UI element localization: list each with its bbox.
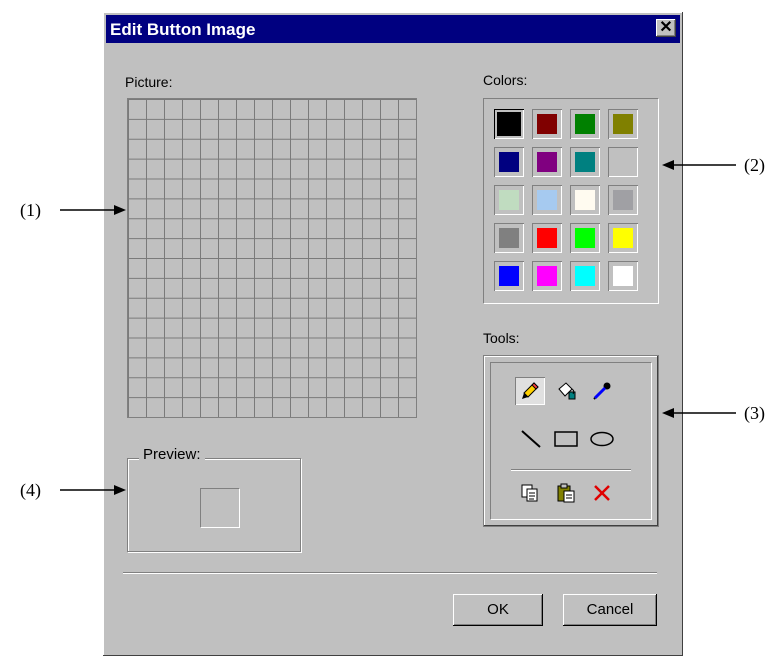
swatch-fill (613, 228, 633, 248)
clear-tool[interactable] (587, 479, 617, 507)
callout-1-label: (1) (20, 200, 41, 220)
swatch-fill (575, 114, 595, 134)
eyedropper-icon (593, 382, 611, 400)
color-swatch-yellow[interactable] (608, 223, 638, 253)
swatch-fill (499, 266, 519, 286)
swatch-fill (537, 152, 557, 172)
tools-inner (490, 362, 652, 520)
paste-tool[interactable] (551, 479, 581, 507)
ellipse-icon (590, 431, 614, 447)
colors-label: Colors: (483, 72, 528, 88)
ok-button[interactable]: OK (453, 594, 543, 626)
callout-1-arrow (60, 205, 126, 215)
line-icon (521, 430, 541, 448)
copy-tool[interactable] (515, 479, 545, 507)
line-tool[interactable] (515, 425, 545, 453)
edit-button-image-dialog: Edit Button Image ✕ Picture: Colors: Too… (103, 12, 683, 656)
swatch-fill (575, 266, 595, 286)
rectangle-icon (554, 431, 578, 447)
swatch-fill (537, 266, 557, 286)
pencil-tool[interactable] (515, 377, 545, 405)
fill-bucket-icon (558, 382, 576, 400)
swatch-fill (613, 152, 633, 172)
swatch-fill (499, 190, 519, 210)
color-swatch-green[interactable] (570, 109, 600, 139)
preview-label: Preview: (139, 446, 205, 463)
color-swatch-silver[interactable] (608, 147, 638, 177)
clear-icon (594, 485, 610, 501)
color-swatch-light-green[interactable] (494, 185, 524, 215)
swatch-fill (613, 190, 633, 210)
swatch-fill (537, 228, 557, 248)
swatch-fill (575, 190, 595, 210)
tools-label: Tools: (483, 330, 520, 346)
swatch-fill (497, 112, 521, 136)
color-swatch-white[interactable] (608, 261, 638, 291)
color-swatch-black[interactable] (494, 109, 524, 139)
color-swatch-purple[interactable] (532, 147, 562, 177)
swatch-fill (537, 114, 557, 134)
swatch-fill (499, 152, 519, 172)
picture-label: Picture: (125, 74, 173, 90)
dialog-title: Edit Button Image (110, 20, 256, 39)
picture-grid[interactable] (127, 98, 417, 418)
color-swatch-dark-red[interactable] (532, 109, 562, 139)
title-bar[interactable]: Edit Button Image ✕ (106, 15, 680, 43)
color-palette (483, 98, 659, 304)
callout-3-arrow (662, 408, 736, 418)
callout-2-arrow (662, 160, 736, 170)
color-swatch-red[interactable] (532, 223, 562, 253)
eyedropper-tool[interactable] (587, 377, 617, 405)
pencil-icon (522, 382, 539, 399)
color-swatch-gray[interactable] (494, 223, 524, 253)
close-icon: ✕ (659, 19, 673, 36)
color-swatch-olive[interactable] (608, 109, 638, 139)
swatch-fill (613, 266, 633, 286)
callout-2-label: (2) (744, 155, 765, 175)
color-swatch-sky-blue[interactable] (532, 185, 562, 215)
swatch-fill (537, 190, 557, 210)
fill-tool[interactable] (551, 377, 581, 405)
color-swatch-blue[interactable] (494, 261, 524, 291)
preview-button-image (200, 488, 240, 528)
color-swatch-navy[interactable] (494, 147, 524, 177)
callout-3-label: (3) (744, 403, 765, 423)
color-swatch-cyan[interactable] (570, 261, 600, 291)
dialog-separator (123, 572, 657, 574)
color-swatch-medium-gray[interactable] (608, 185, 638, 215)
ellipse-tool[interactable] (585, 425, 615, 453)
tools-panel (483, 355, 659, 527)
color-swatch-lime[interactable] (570, 223, 600, 253)
color-swatch-teal[interactable] (570, 147, 600, 177)
paste-icon (557, 483, 575, 503)
swatch-fill (575, 228, 595, 248)
swatch-fill (575, 152, 595, 172)
callout-4-label: (4) (20, 480, 41, 500)
close-button[interactable]: ✕ (656, 19, 676, 37)
rectangle-tool[interactable] (549, 425, 579, 453)
swatch-fill (613, 114, 633, 134)
swatch-fill (499, 228, 519, 248)
color-swatch-cream[interactable] (570, 185, 600, 215)
callout-4-arrow (60, 485, 126, 495)
tools-divider (511, 469, 631, 471)
copy-icon (521, 484, 538, 502)
color-swatch-magenta[interactable] (532, 261, 562, 291)
cancel-button[interactable]: Cancel (563, 594, 657, 626)
